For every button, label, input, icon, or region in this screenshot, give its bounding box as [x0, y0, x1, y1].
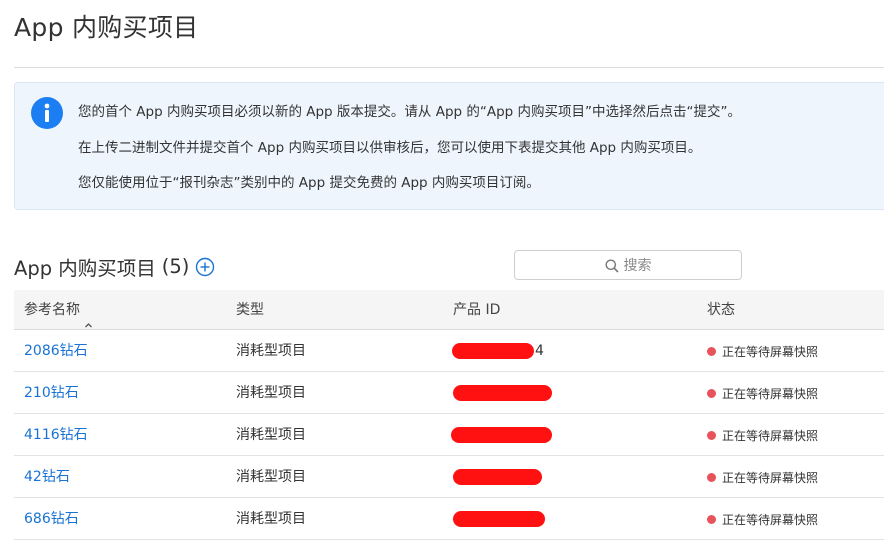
iap-name-link[interactable]: 210钻石 — [24, 385, 79, 401]
info-line: 您仅能使用位于“报刊杂志”类别中的 App 提交免费的 App 内购买项目订阅。 — [78, 175, 540, 191]
column-header-status[interactable]: 状态 — [707, 290, 735, 330]
redacted-product-id — [453, 385, 552, 401]
status-cell: 正在等待屏幕快照 — [707, 330, 818, 372]
info-icon — [31, 97, 63, 129]
section-title: App 内购买项目 — [14, 257, 156, 280]
search-placeholder: 搜索 — [623, 258, 652, 274]
status-dot-icon — [707, 430, 716, 440]
sort-ascending-icon — [84, 306, 93, 327]
status-dot-icon — [707, 388, 716, 398]
status-text: 正在等待屏幕快照 — [722, 512, 819, 527]
status-text: 正在等待屏幕快照 — [722, 470, 819, 485]
title-divider — [14, 67, 884, 68]
status-cell: 正在等待屏幕快照 — [707, 456, 818, 498]
table-row[interactable]: 4116钻石 消耗型项目 正在等待屏幕快照 — [14, 414, 884, 456]
search-input[interactable]: 搜索 — [514, 250, 742, 280]
iap-name-link[interactable]: 686钻石 — [24, 511, 79, 527]
iap-table: 参考名称 类型 产品 ID 状态 2086钻石 消耗型项目 4 正在等待屏幕快照… — [14, 290, 884, 540]
iap-name-link[interactable]: 4116钻石 — [24, 427, 88, 443]
iap-name-link[interactable]: 2086钻石 — [24, 343, 88, 359]
info-text: 您的首个 App 内购买项目必须以新的 App 版本提交。请从 App 的“Ap… — [78, 103, 741, 210]
table-header: 参考名称 类型 产品 ID 状态 — [14, 290, 884, 330]
add-icon[interactable] — [195, 257, 215, 277]
iap-type: 消耗型项目 — [236, 511, 306, 527]
iap-name-link[interactable]: 42钻石 — [24, 469, 70, 485]
table-row[interactable]: 210钻石 消耗型项目 正在等待屏幕快照 — [14, 372, 884, 414]
redacted-product-id — [452, 343, 534, 359]
status-cell: 正在等待屏幕快照 — [707, 498, 818, 540]
info-banner: 您的首个 App 内购买项目必须以新的 App 版本提交。请从 App 的“Ap… — [14, 82, 884, 210]
section-header: App 内购买项目 (5) — [14, 252, 215, 281]
status-dot-icon — [707, 514, 716, 524]
column-header-name[interactable]: 参考名称 — [24, 290, 93, 330]
iap-type: 消耗型项目 — [236, 343, 306, 359]
table-row[interactable]: 2086钻石 消耗型项目 4 正在等待屏幕快照 — [14, 330, 884, 372]
search-field-inner[interactable]: 搜索 — [515, 251, 741, 279]
status-text: 正在等待屏幕快照 — [722, 386, 819, 401]
status-cell: 正在等待屏幕快照 — [707, 372, 818, 414]
status-dot-icon — [707, 472, 716, 482]
status-text: 正在等待屏幕快照 — [722, 428, 819, 443]
status-dot-icon — [707, 346, 716, 356]
redacted-product-id — [453, 511, 545, 527]
iap-type: 消耗型项目 — [236, 385, 306, 401]
info-line: 在上传二进制文件并提交首个 App 内购买项目以供审核后，您可以使用下表提交其他… — [78, 139, 702, 156]
iap-type: 消耗型项目 — [236, 427, 306, 443]
status-cell: 正在等待屏幕快照 — [707, 414, 818, 456]
product-id-visible: 4 — [535, 343, 544, 359]
search-icon — [605, 258, 619, 273]
redacted-product-id — [453, 469, 542, 485]
table-row[interactable]: 686钻石 消耗型项目 正在等待屏幕快照 — [14, 498, 884, 540]
redacted-product-id — [451, 427, 552, 443]
iap-type: 消耗型项目 — [236, 469, 306, 485]
status-text: 正在等待屏幕快照 — [722, 344, 819, 359]
column-header-name-label: 参考名称 — [24, 302, 80, 318]
info-line: 您的首个 App 内购买项目必须以新的 App 版本提交。请从 App 的“Ap… — [78, 104, 742, 120]
page: App 内购买项目 您的首个 App 内购买项目必须以新的 App 版本提交。请… — [0, 0, 884, 556]
table-row[interactable]: 42钻石 消耗型项目 正在等待屏幕快照 — [14, 456, 884, 498]
item-count: (5) — [161, 255, 190, 278]
column-header-type[interactable]: 类型 — [236, 290, 264, 330]
column-header-product-id[interactable]: 产品 ID — [453, 290, 500, 330]
page-title: App 内购买项目 — [14, 13, 199, 42]
